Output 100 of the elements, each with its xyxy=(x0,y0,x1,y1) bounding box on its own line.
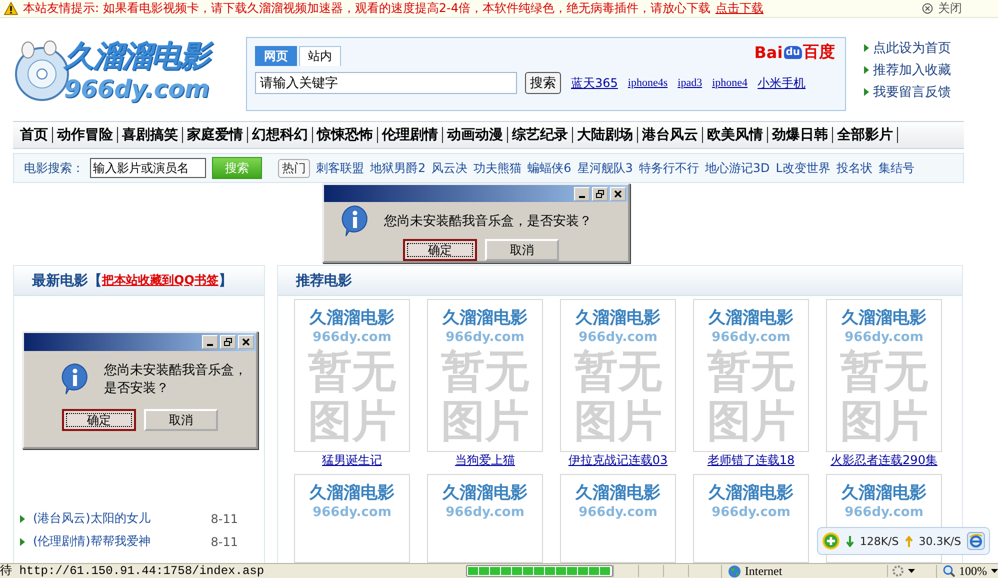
nav-link[interactable]: 动画动漫 xyxy=(443,127,508,143)
poster-brand: 久溜溜电影 xyxy=(310,307,394,329)
baidu-logo-text: Bai xyxy=(754,42,783,62)
quick-link[interactable]: iphone4s xyxy=(628,77,668,89)
quick-link[interactable]: 小米手机 xyxy=(758,74,806,92)
download-arrow-icon xyxy=(846,536,854,546)
hot-tag: 热门 xyxy=(278,158,310,178)
download-link[interactable]: 点击下载 xyxy=(715,0,764,17)
poster-brand: 久溜溜电影 xyxy=(310,482,394,504)
side-link[interactable]: 推荐加入收藏 xyxy=(873,61,951,79)
movie-search-field[interactable]: 输入影片或演员名 xyxy=(90,158,206,178)
dialog-button[interactable]: 确定 xyxy=(403,239,477,261)
caret-icon[interactable] xyxy=(908,569,916,573)
poster-brand: 久溜溜电影 xyxy=(442,482,528,504)
restore-button[interactable] xyxy=(592,186,608,200)
search-tab[interactable]: 网页 xyxy=(255,46,297,66)
poster-brand: 久溜溜电影 xyxy=(576,307,660,329)
poster-brand: 久溜溜电影 xyxy=(708,307,794,329)
dialog-message: 您尚未安装酷我音乐盒，是否安装？ xyxy=(104,362,247,397)
poster-placeholder[interactable]: 久溜溜电影 966dy.com xyxy=(427,474,543,563)
side-link[interactable]: 点此设为首页 xyxy=(873,39,951,57)
search-button[interactable]: 搜索 xyxy=(525,72,561,94)
movie-title-link[interactable]: 火影忍者连载290集 xyxy=(830,452,938,468)
zone-text: Internet xyxy=(744,564,782,578)
info-icon xyxy=(340,205,370,237)
side-link[interactable]: 我要留言反馈 xyxy=(873,83,951,101)
restore-icon xyxy=(596,190,604,198)
hot-link[interactable]: 地心游记3D xyxy=(704,160,770,176)
close-button[interactable] xyxy=(238,335,254,349)
nav-link[interactable]: 惊悚恐怖 xyxy=(313,127,378,143)
poster-placeholder[interactable]: 久溜溜电影 966dy.com xyxy=(693,474,809,563)
hot-link[interactable]: 蝙蝠侠6 xyxy=(528,160,572,176)
browser-icon[interactable] xyxy=(967,532,985,550)
movie-link[interactable]: (伦理剧情)帮帮我爱神 xyxy=(33,533,150,550)
bookmark-link[interactable]: 把本站收藏到QQ书签 xyxy=(102,272,218,289)
dialog-message: 您尚未安装酷我音乐盒，是否安装？ xyxy=(384,213,592,230)
poster-placeholder[interactable]: 久溜溜电影 966dy.com xyxy=(560,474,676,563)
nav-link[interactable]: 幻想科幻 xyxy=(248,127,313,143)
quick-link[interactable]: iphone4 xyxy=(712,77,748,89)
panel-title: 最新电影 xyxy=(32,272,88,290)
nav-link[interactable]: 大陆剧场 xyxy=(573,127,638,143)
poster-domain: 966dy.com xyxy=(312,329,392,347)
movie-title-link[interactable]: 当狗爱上猫 xyxy=(455,452,515,468)
plus-icon[interactable] xyxy=(822,532,840,550)
close-link[interactable]: 关闭 xyxy=(938,0,962,17)
warning-icon xyxy=(4,2,18,15)
baidu-paw-mark: du xyxy=(784,46,802,58)
close-icon[interactable] xyxy=(922,3,933,14)
hot-link[interactable]: 功夫熊猫 xyxy=(474,160,522,176)
movie-date: 8-11 xyxy=(210,512,238,526)
hot-link[interactable]: 集结号 xyxy=(878,160,914,176)
poster-brand: 久溜溜电影 xyxy=(442,307,528,329)
nav-link[interactable]: 家庭爱情 xyxy=(183,127,248,143)
bullet-icon xyxy=(864,44,869,52)
hot-link[interactable]: 刺客联盟 xyxy=(316,160,364,176)
movie-date: 8-11 xyxy=(210,534,238,548)
minimize-button[interactable] xyxy=(574,186,590,200)
movie-title-link[interactable]: 老师错了连载18 xyxy=(707,452,795,468)
hot-link[interactable]: 地狱男爵2 xyxy=(370,160,426,176)
poster-domain: 966dy.com xyxy=(578,329,658,347)
zoom-icon[interactable] xyxy=(943,565,955,577)
zoom-level: 100% xyxy=(959,564,987,578)
quick-link[interactable]: 蓝天365 xyxy=(571,74,618,92)
nav-link[interactable]: 喜剧搞笑 xyxy=(118,127,183,143)
search-field[interactable]: 请输入关键字 xyxy=(255,72,517,94)
minimize-button[interactable] xyxy=(202,335,218,349)
nav-link[interactable]: 劲爆日韩 xyxy=(768,127,833,143)
nav-link[interactable]: 动作冒险 xyxy=(53,127,118,143)
close-icon xyxy=(614,190,622,198)
movie-link[interactable]: (港台风云)太阳的女儿 xyxy=(33,510,150,527)
hot-link[interactable]: 风云决 xyxy=(432,160,468,176)
globe-icon xyxy=(728,564,741,578)
panel-title: 推荐电影 xyxy=(296,272,352,290)
nav-link[interactable]: 首页 xyxy=(16,127,53,143)
hot-link[interactable]: 特务行不行 xyxy=(638,160,699,176)
nav-link[interactable]: 港台风云 xyxy=(638,127,703,143)
restore-button[interactable] xyxy=(220,335,236,349)
hot-link[interactable]: 星河舰队3 xyxy=(577,160,633,176)
minimize-icon xyxy=(207,344,213,346)
poster-domain: 966dy.com xyxy=(446,504,524,522)
poster-placeholder[interactable]: 久溜溜电影 966dy.com xyxy=(294,474,410,563)
search-tab[interactable]: 站内 xyxy=(299,46,341,66)
dialog-button[interactable]: 确定 xyxy=(62,409,136,431)
hot-link[interactable]: L改变世界 xyxy=(776,160,830,176)
quick-link[interactable]: ipad3 xyxy=(678,77,702,89)
movie-search-label: 电影搜索： xyxy=(24,160,84,176)
dialog-button[interactable]: 取消 xyxy=(485,239,559,261)
movie-title-link[interactable]: 伊拉克战记连载03 xyxy=(568,452,668,468)
nav-link[interactable]: 欧美风情 xyxy=(703,127,768,143)
nav-link[interactable]: 全部影片 xyxy=(833,127,898,143)
caret-icon[interactable] xyxy=(991,569,998,573)
bullet-icon xyxy=(864,66,869,74)
close-button[interactable] xyxy=(610,186,626,200)
hot-link[interactable]: 投名状 xyxy=(836,160,872,176)
movie-title-link[interactable]: 猛男诞生记 xyxy=(322,452,382,468)
poster-brand: 久溜溜电影 xyxy=(708,482,794,504)
nav-link[interactable]: 综艺纪录 xyxy=(508,127,573,143)
nav-link[interactable]: 伦理剧情 xyxy=(378,127,443,143)
dialog-button[interactable]: 取消 xyxy=(144,409,218,431)
bracket-text: 】 xyxy=(218,272,232,290)
